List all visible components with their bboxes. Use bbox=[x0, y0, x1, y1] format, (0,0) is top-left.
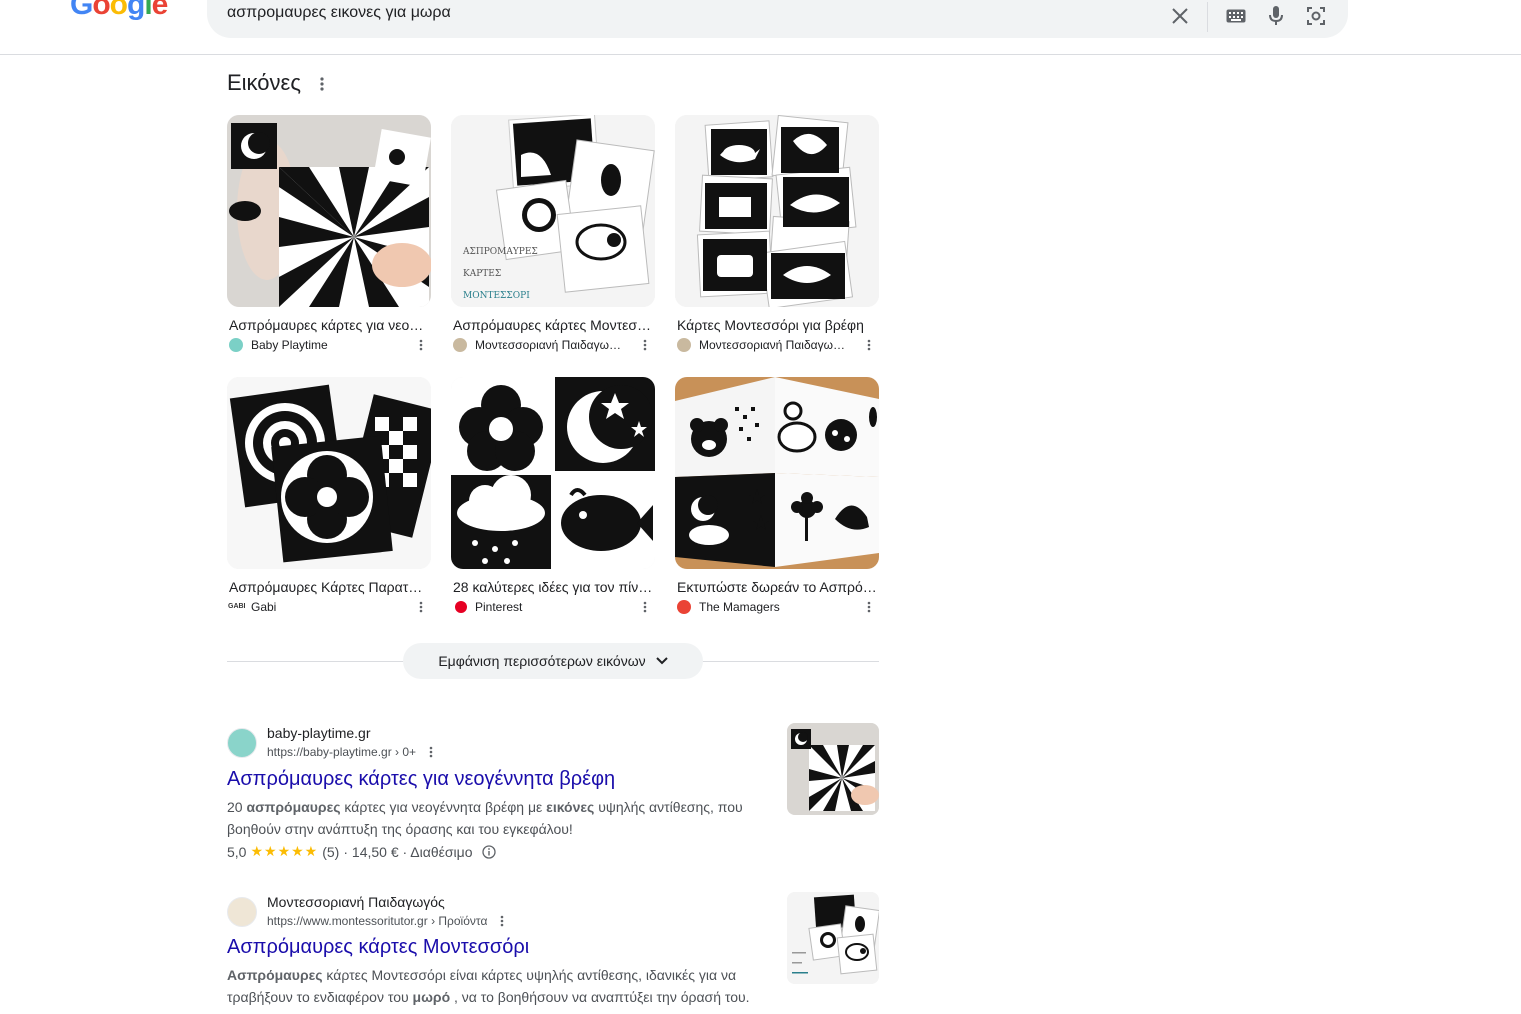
thumb-text: ΚΑΡΤΕΣ bbox=[463, 269, 502, 279]
gabi-favicon: GABI bbox=[228, 603, 246, 610]
pinterest-favicon bbox=[455, 601, 467, 613]
result-url[interactable]: https://www.montessoritutor.gr › Προϊόντ… bbox=[267, 914, 487, 928]
image-source[interactable]: Pinterest bbox=[475, 600, 625, 614]
more-options-icon[interactable] bbox=[861, 337, 877, 353]
rating-value: 5,0 bbox=[227, 843, 247, 860]
image-caption[interactable]: 28 καλύτερες ιδέες για τον πίν… bbox=[453, 579, 653, 595]
thumb-text: ΑΣΠΡΟΜΑΥΡΕΣ bbox=[463, 247, 538, 257]
snippet-text: , να το βοηθήσουν να αναπτύξει την όρασή… bbox=[450, 989, 750, 1005]
image-thumbnail[interactable]: ΑΣΠΡΟΜΑΥΡΕΣ ΚΑΡΤΕΣ ΜΟΝΤΕΣΣΟΡΙ bbox=[451, 115, 655, 307]
more-options-icon[interactable] bbox=[637, 599, 653, 615]
image-caption[interactable]: Εκτυπώστε δωρεάν το Ασπρό… bbox=[677, 579, 877, 595]
snippet-highlight: Ασπρόμαυρες bbox=[227, 967, 323, 983]
result-thumbnail[interactable] bbox=[787, 723, 879, 815]
more-options-icon[interactable] bbox=[413, 337, 429, 353]
mamagers-favicon bbox=[677, 600, 691, 614]
more-options-icon[interactable] bbox=[861, 599, 877, 615]
header: Google ασπρομαυρες εικονες για μωρα bbox=[0, 0, 1521, 55]
clear-icon[interactable] bbox=[1168, 4, 1192, 28]
search-divider bbox=[1207, 2, 1208, 32]
baby-playtime-favicon bbox=[229, 338, 243, 352]
chevron-down-icon bbox=[655, 657, 668, 665]
keyboard-icon[interactable] bbox=[1224, 4, 1248, 28]
result-more-icon[interactable] bbox=[494, 913, 510, 929]
image-thumbnail[interactable] bbox=[675, 115, 879, 307]
snippet-text: 20 bbox=[227, 799, 247, 815]
show-more-images-label: Εμφάνιση περισσότερων εικόνων bbox=[438, 653, 646, 669]
info-icon[interactable] bbox=[482, 844, 497, 859]
image-source[interactable]: Μοντεσσοριανή Παιδαγω… bbox=[475, 338, 625, 352]
image-caption[interactable]: Ασπρόμαυρες κάρτες Μοντεσ… bbox=[453, 317, 653, 333]
montessori-favicon bbox=[677, 338, 691, 352]
result-title[interactable]: Ασπρόμαυρες κάρτες Μοντεσσόρι bbox=[227, 936, 529, 959]
images-menu-icon[interactable] bbox=[314, 76, 330, 92]
snippet-highlight: ασπρόμαυρες bbox=[246, 799, 341, 815]
thumb-text: ΜΟΝΤΕΣΣΟΡΙ bbox=[463, 291, 530, 301]
image-thumbnail[interactable] bbox=[227, 115, 431, 307]
result-favicon[interactable] bbox=[227, 728, 257, 758]
image-thumbnail[interactable] bbox=[227, 377, 431, 569]
mic-icon[interactable] bbox=[1264, 4, 1288, 28]
search-input[interactable]: ασπρομαυρες εικονες για μωρα bbox=[227, 4, 451, 22]
snippet-highlight: εικόνες bbox=[546, 799, 595, 815]
images-section-title: Εικόνες bbox=[227, 70, 301, 95]
lens-icon[interactable] bbox=[1304, 4, 1328, 28]
snippet-text: κάρτες για νεογέννητα βρέφη με bbox=[340, 799, 547, 815]
image-caption[interactable]: Ασπρόμαυρες κάρτες για νεο… bbox=[229, 317, 429, 333]
image-caption[interactable]: Κάρτες Μοντεσσόρι για βρέφη bbox=[677, 317, 877, 333]
image-source[interactable]: Gabi bbox=[251, 600, 401, 614]
montessori-favicon bbox=[453, 338, 467, 352]
image-source[interactable]: The Mamagers bbox=[699, 600, 849, 614]
result-title[interactable]: Ασπρόμαυρες κάρτες για νεογέννητα βρέφη bbox=[227, 768, 615, 791]
price-availability: · 14,50 € · Διαθέσιμο bbox=[343, 843, 473, 860]
result-snippet: 20 ασπρόμαυρες κάρτες για νεογέννητα βρέ… bbox=[227, 796, 757, 840]
snippet-highlight: μωρό bbox=[412, 989, 451, 1005]
result-snippet: Ασπρόμαυρες κάρτες Μοντεσσόρι είναι κάρτ… bbox=[227, 964, 757, 1008]
result-site-name[interactable]: Μοντεσσοριανή Παιδαγωγός bbox=[267, 894, 445, 910]
result-rating-row: 5,0 ★★★★★ (5) · 14,50 € · Διαθέσιμο bbox=[227, 843, 497, 860]
search-bar[interactable]: ασπρομαυρες εικονες για μωρα bbox=[207, 0, 1348, 38]
image-source[interactable]: Μοντεσσοριανή Παιδαγω… bbox=[699, 338, 849, 352]
review-count: (5) bbox=[322, 843, 340, 860]
more-options-icon[interactable] bbox=[413, 599, 429, 615]
image-thumbnail[interactable] bbox=[451, 377, 655, 569]
result-site-name[interactable]: baby-playtime.gr bbox=[267, 725, 371, 741]
more-options-icon[interactable] bbox=[637, 337, 653, 353]
image-source[interactable]: Baby Playtime bbox=[251, 338, 401, 352]
rating-stars: ★★★★★ bbox=[250, 843, 319, 859]
result-favicon[interactable] bbox=[227, 897, 257, 927]
google-logo[interactable]: Google bbox=[70, 0, 168, 22]
result-more-icon[interactable] bbox=[423, 744, 439, 760]
image-thumbnail[interactable] bbox=[675, 377, 879, 569]
result-thumbnail[interactable] bbox=[787, 892, 879, 984]
image-caption[interactable]: Ασπρόμαυρες Κάρτες Παρατ… bbox=[229, 579, 429, 595]
result-url[interactable]: https://baby-playtime.gr › 0+ bbox=[267, 745, 416, 759]
show-more-images-button[interactable]: Εμφάνιση περισσότερων εικόνων bbox=[403, 643, 703, 679]
